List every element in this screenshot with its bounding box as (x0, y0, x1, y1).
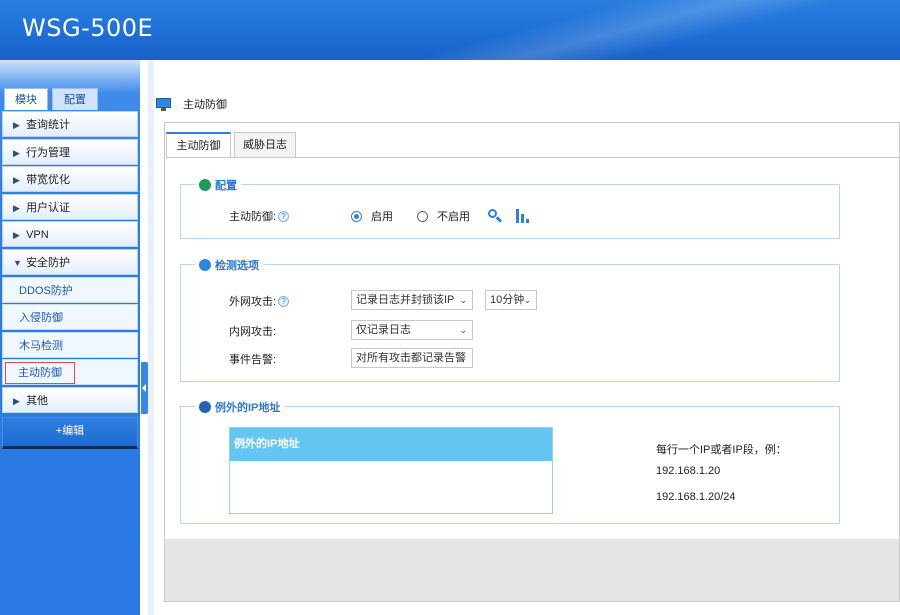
select-value: 仅记录日志 (356, 324, 411, 336)
select-value: 记录日志并封锁该IP (356, 294, 455, 306)
radio-disable-label: 不启用 (437, 211, 470, 223)
config-legend-label: 配置 (215, 180, 237, 192)
submenu-label: 入侵防御 (19, 312, 63, 325)
config-group: 配置 主动防御: ? 启用 不启用 (180, 177, 840, 239)
exception-example-2: 192.168.1.20/24 (656, 491, 736, 503)
chevron-down-icon: ⌄ (523, 295, 531, 305)
internal-attack-label: 内网攻击: (229, 326, 277, 338)
search-icon[interactable] (488, 209, 503, 223)
page-title: 主动防御 (183, 99, 227, 111)
menu-item-label: 用户认证 (26, 201, 71, 214)
expand-arrow-icon: ▶ (13, 175, 20, 186)
collapse-arrow-icon: ▼ (13, 257, 22, 268)
expand-arrow-icon: ▶ (13, 230, 20, 241)
active-defense-row: 主动防御: ? (229, 208, 290, 224)
footer-bar (165, 539, 899, 601)
submenu-item-ddos[interactable]: DDOS防护 (2, 276, 138, 303)
page-header: 主动防御 (156, 94, 227, 114)
radio-disable[interactable] (417, 210, 428, 222)
external-action-select[interactable]: 记录日志并封锁该IP ⌄ (351, 290, 473, 310)
event-alert-controls: 对所有攻击都记录告警 ⌄ (351, 348, 473, 368)
menu-item-label: 其他 (26, 394, 49, 407)
radio-enable[interactable] (351, 210, 362, 222)
menu-item-label: 行为管理 (26, 146, 71, 159)
detection-group: 检测选项 外网攻击: ? 记录日志并封锁该IP ⌄ 10分钟 ⌄ 内网攻击: 仅记录… (180, 257, 840, 382)
tab-divider (166, 157, 899, 158)
menu-item-user-authentication[interactable]: ▶ 用户认证 (2, 193, 138, 220)
help-icon[interactable]: ? (278, 210, 290, 222)
select-value: 对所有攻击都记录告警 (356, 352, 466, 364)
internal-attack-row: 内网攻击: (229, 323, 276, 339)
tab-threat-log[interactable]: 威胁日志 (234, 132, 296, 158)
menu-item-label: 查询统计 (26, 119, 71, 131)
tab-active-defense[interactable]: 主动防御 (166, 132, 231, 158)
sidebar-tab-modules[interactable]: 模块 (4, 88, 48, 110)
config-legend: 配置 (195, 177, 241, 193)
menu-item-query-stats[interactable]: ▶ 查询统计 (2, 111, 138, 137)
main-content: 主动防御 主动防御 威胁日志 配置 主动防御: ? 启用 不启用 检测选项 外网… (154, 60, 900, 615)
exception-ip-header: 例外的IP地址 (230, 428, 552, 461)
expand-arrow-icon: ▶ (13, 202, 20, 213)
chevron-down-icon: ⌄ (459, 353, 467, 363)
product-title: WSG-500E (22, 14, 154, 42)
external-duration-select[interactable]: 10分钟 ⌄ (485, 290, 537, 310)
exception-legend: 例外的IP地址 (195, 399, 285, 415)
internal-action-select[interactable]: 仅记录日志 ⌄ (351, 320, 473, 340)
menu-item-label: VPN (26, 229, 49, 242)
menu-item-label: 带宽优化 (26, 174, 71, 187)
submenu-item-active-defense[interactable]: 主动防御 (2, 359, 138, 386)
gear-icon (199, 179, 211, 191)
sidebar-tab-config[interactable]: 配置 (52, 88, 98, 110)
external-attack-row: 外网攻击: ? (229, 293, 290, 309)
detection-legend-label: 检测选项 (215, 260, 259, 272)
active-defense-label: 主动防御: (229, 211, 277, 223)
monitor-icon (156, 97, 171, 111)
event-alert-select[interactable]: 对所有攻击都记录告警 ⌄ (351, 348, 473, 368)
active-defense-options: 启用 不启用 (351, 208, 530, 224)
expand-arrow-icon: ▶ (13, 147, 20, 158)
expand-arrow-icon: ▶ (13, 120, 20, 130)
sidebar-collapse-handle[interactable] (141, 362, 148, 414)
menu-item-behavior-management[interactable]: ▶ 行为管理 (2, 138, 138, 165)
expand-arrow-icon: ▶ (13, 395, 20, 406)
submenu-item-trojan-detection[interactable]: 木马检测 (2, 331, 138, 358)
submenu-label: 主动防御 (5, 362, 75, 385)
globe-icon (199, 401, 211, 413)
sidebar-menu: ▶ 查询统计 ▶ 行为管理 ▶ 带宽优化 ▶ 用户认证 ▶ VPN ▼ 安全防护… (2, 111, 138, 449)
sidebar: 模块 配置 ▶ 查询统计 ▶ 行为管理 ▶ 带宽优化 ▶ 用户认证 ▶ VPN … (0, 60, 140, 615)
shield-icon (199, 259, 211, 271)
exception-legend-label: 例外的IP地址 (215, 402, 281, 414)
header-decoration (420, 0, 900, 60)
event-alert-row: 事件告警: (229, 351, 276, 367)
help-icon[interactable]: ? (278, 295, 290, 307)
settings-panel: 主动防御 威胁日志 配置 主动防御: ? 启用 不启用 检测选项 外网攻击: ?… (164, 122, 900, 602)
collapse-left-icon (142, 384, 146, 392)
submenu-label: 木马检测 (19, 339, 63, 352)
menu-item-other[interactable]: ▶ 其他 (2, 386, 138, 413)
bar-chart-icon[interactable] (516, 209, 530, 223)
exception-example-1: 192.168.1.20 (656, 465, 721, 477)
app-header: WSG-500E (0, 0, 900, 60)
internal-attack-controls: 仅记录日志 ⌄ (351, 320, 473, 340)
edit-menu-button[interactable]: +编辑 (2, 416, 138, 449)
exception-ip-textarea[interactable] (230, 461, 552, 513)
chevron-down-icon: ⌄ (459, 295, 467, 305)
exception-ip-table: 例外的IP地址 (229, 427, 553, 514)
submenu-item-intrusion-prevention[interactable]: 入侵防御 (2, 304, 138, 331)
chevron-down-icon: ⌄ (459, 325, 467, 335)
external-attack-label: 外网攻击: (229, 296, 277, 308)
detection-legend: 检测选项 (195, 257, 263, 273)
radio-enable-label: 启用 (371, 211, 393, 223)
select-value: 10分钟 (490, 294, 525, 306)
menu-item-bandwidth-optimization[interactable]: ▶ 带宽优化 (2, 166, 138, 193)
menu-item-security-protection[interactable]: ▼ 安全防护 (2, 248, 138, 275)
external-attack-controls: 记录日志并封锁该IP ⌄ 10分钟 ⌄ (351, 290, 537, 310)
event-alert-label: 事件告警: (229, 354, 277, 366)
exception-ip-group: 例外的IP地址 例外的IP地址 每行一个IP或者IP段，例： 192.168.1… (180, 399, 840, 524)
exception-hint: 每行一个IP或者IP段，例： (656, 444, 787, 456)
submenu-label: DDOS防护 (19, 284, 73, 297)
menu-item-label: 安全防护 (26, 256, 71, 269)
menu-item-vpn[interactable]: ▶ VPN (2, 221, 138, 248)
